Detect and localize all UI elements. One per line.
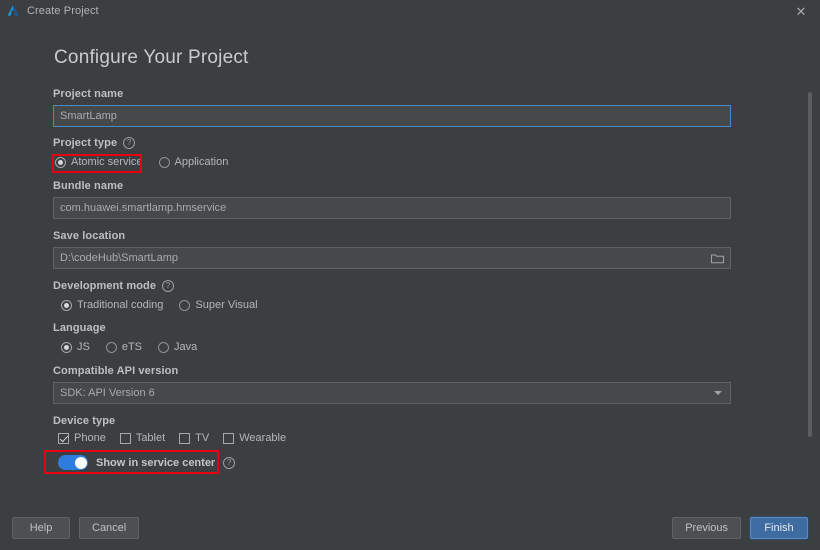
device-type-label-text: Device type [53,415,116,427]
deveco-logo-icon [5,4,20,19]
checkbox-tv-label: TV [195,432,210,444]
language-label-text: Language [53,322,106,334]
field-bundle-name: Bundle name com.huawei.smartlamp.hmservi… [53,180,731,219]
project-name-input[interactable]: SmartLamp [53,105,731,127]
close-icon[interactable]: ✕ [786,0,816,22]
bundle-name-input[interactable]: com.huawei.smartlamp.hmservice [53,197,731,219]
radio-java-indicator [158,341,170,353]
checkbox-wearable-label: Wearable [239,432,287,444]
folder-icon[interactable] [710,252,724,264]
api-version-value: SDK: API Version 6 [60,387,155,399]
radio-super-visual-label: Super Visual [195,299,258,311]
checkbox-tablet[interactable]: Tablet [119,432,166,444]
window-title: Create Project [27,5,99,17]
field-project-type: Project type ? Atomic service Applicatio… [52,137,731,173]
radio-ets-label: eTS [121,341,143,353]
field-service-center: Show in service center ? [44,450,731,474]
toggle-knob [74,456,87,469]
radio-java[interactable]: Java [156,339,199,355]
development-mode-label: Development mode ? [53,280,731,292]
api-version-label-text: Compatible API version [53,365,179,377]
radio-atomic-service[interactable]: Atomic service [53,154,145,170]
project-name-label: Project name [53,88,731,100]
field-device-type: Device type Phone Tablet TV Wearable [53,415,731,444]
previous-button[interactable]: Previous [672,517,741,539]
service-center-toggle-row: Show in service center ? [53,455,731,470]
checkbox-tv-indicator [179,432,191,444]
project-name-label-text: Project name [53,88,124,100]
project-type-label-text: Project type [53,137,118,149]
radio-ets-indicator [105,341,117,353]
device-type-label: Device type [53,415,731,427]
show-in-service-center-toggle[interactable] [58,455,88,470]
radio-super-visual[interactable]: Super Visual [177,297,259,313]
save-location-label: Save location [53,230,731,242]
device-type-checkbox-group: Phone Tablet TV Wearable [53,432,731,444]
bundle-name-value: com.huawei.smartlamp.hmservice [60,202,227,214]
checkbox-tablet-label: Tablet [135,432,166,444]
content-scrollbar[interactable] [807,82,813,494]
radio-super-visual-indicator [179,299,191,311]
project-type-help-icon[interactable]: ? [123,137,136,149]
api-version-label: Compatible API version [53,365,731,377]
development-mode-label-text: Development mode [53,280,157,292]
project-config-form: Project name SmartLamp Project type ? At… [44,88,731,474]
project-name-value: SmartLamp [60,110,117,122]
scrollbar-thumb[interactable] [808,92,812,437]
radio-traditional-coding[interactable]: Traditional coding [59,297,165,313]
radio-traditional-coding-indicator [61,299,72,311]
checkbox-phone[interactable]: Phone [58,432,106,444]
checkbox-wearable-indicator [223,432,235,444]
checkbox-tablet-indicator [119,432,131,444]
chevron-down-icon[interactable] [714,391,722,395]
bundle-name-label: Bundle name [53,180,731,192]
radio-ets[interactable]: eTS [104,339,144,355]
service-center-help-icon[interactable]: ? [223,456,236,469]
development-mode-help-icon[interactable]: ? [162,280,175,292]
footer-left-buttons: Help Cancel [12,517,140,539]
checkbox-phone-indicator [58,432,69,444]
field-language: Language JS eTS Java [53,322,731,355]
bundle-name-label-text: Bundle name [53,180,124,192]
field-development-mode: Development mode ? Traditional coding Su… [53,280,731,313]
radio-atomic-service-indicator [55,156,66,168]
radio-js-indicator [61,341,72,353]
api-version-select[interactable]: SDK: API Version 6 [53,382,731,404]
help-button[interactable]: Help [12,517,70,539]
save-location-value: D:\codeHub\SmartLamp [60,252,178,264]
save-location-input[interactable]: D:\codeHub\SmartLamp [53,247,731,269]
service-center-label: Show in service center [96,456,216,469]
radio-application-indicator [158,156,170,168]
checkbox-phone-label: Phone [74,432,106,444]
dialog-content: Configure Your Project Project name Smar… [0,22,820,506]
radio-application-label: Application [174,156,229,168]
language-label: Language [53,322,731,334]
radio-js[interactable]: JS [59,339,92,355]
cancel-button[interactable]: Cancel [79,517,140,539]
finish-button[interactable]: Finish [750,517,808,539]
development-mode-radio-group: Traditional coding Super Visual [53,297,731,313]
title-bar: Create Project ✕ [0,0,820,22]
radio-java-label: Java [174,341,198,353]
footer-right-buttons: Previous Finish [672,517,808,539]
radio-traditional-coding-label: Traditional coding [77,299,164,311]
page-title: Configure Your Project [54,47,249,68]
field-project-name: Project name SmartLamp [53,88,731,127]
project-type-radio-group: Atomic service Application [53,154,731,170]
project-type-label: Project type ? [53,137,731,149]
checkbox-wearable[interactable]: Wearable [223,432,286,444]
radio-application[interactable]: Application [157,154,231,170]
field-api-version: Compatible API version SDK: API Version … [53,365,731,404]
field-save-location: Save location D:\codeHub\SmartLamp [53,230,731,269]
language-radio-group: JS eTS Java [53,339,731,355]
radio-atomic-service-label: Atomic service [71,156,143,168]
save-location-label-text: Save location [53,230,126,242]
create-project-dialog: Create Project ✕ Configure Your Project … [0,0,820,550]
dialog-footer: Help Cancel Previous Finish [0,506,820,550]
checkbox-tv[interactable]: TV [179,432,209,444]
radio-js-label: JS [77,341,90,353]
